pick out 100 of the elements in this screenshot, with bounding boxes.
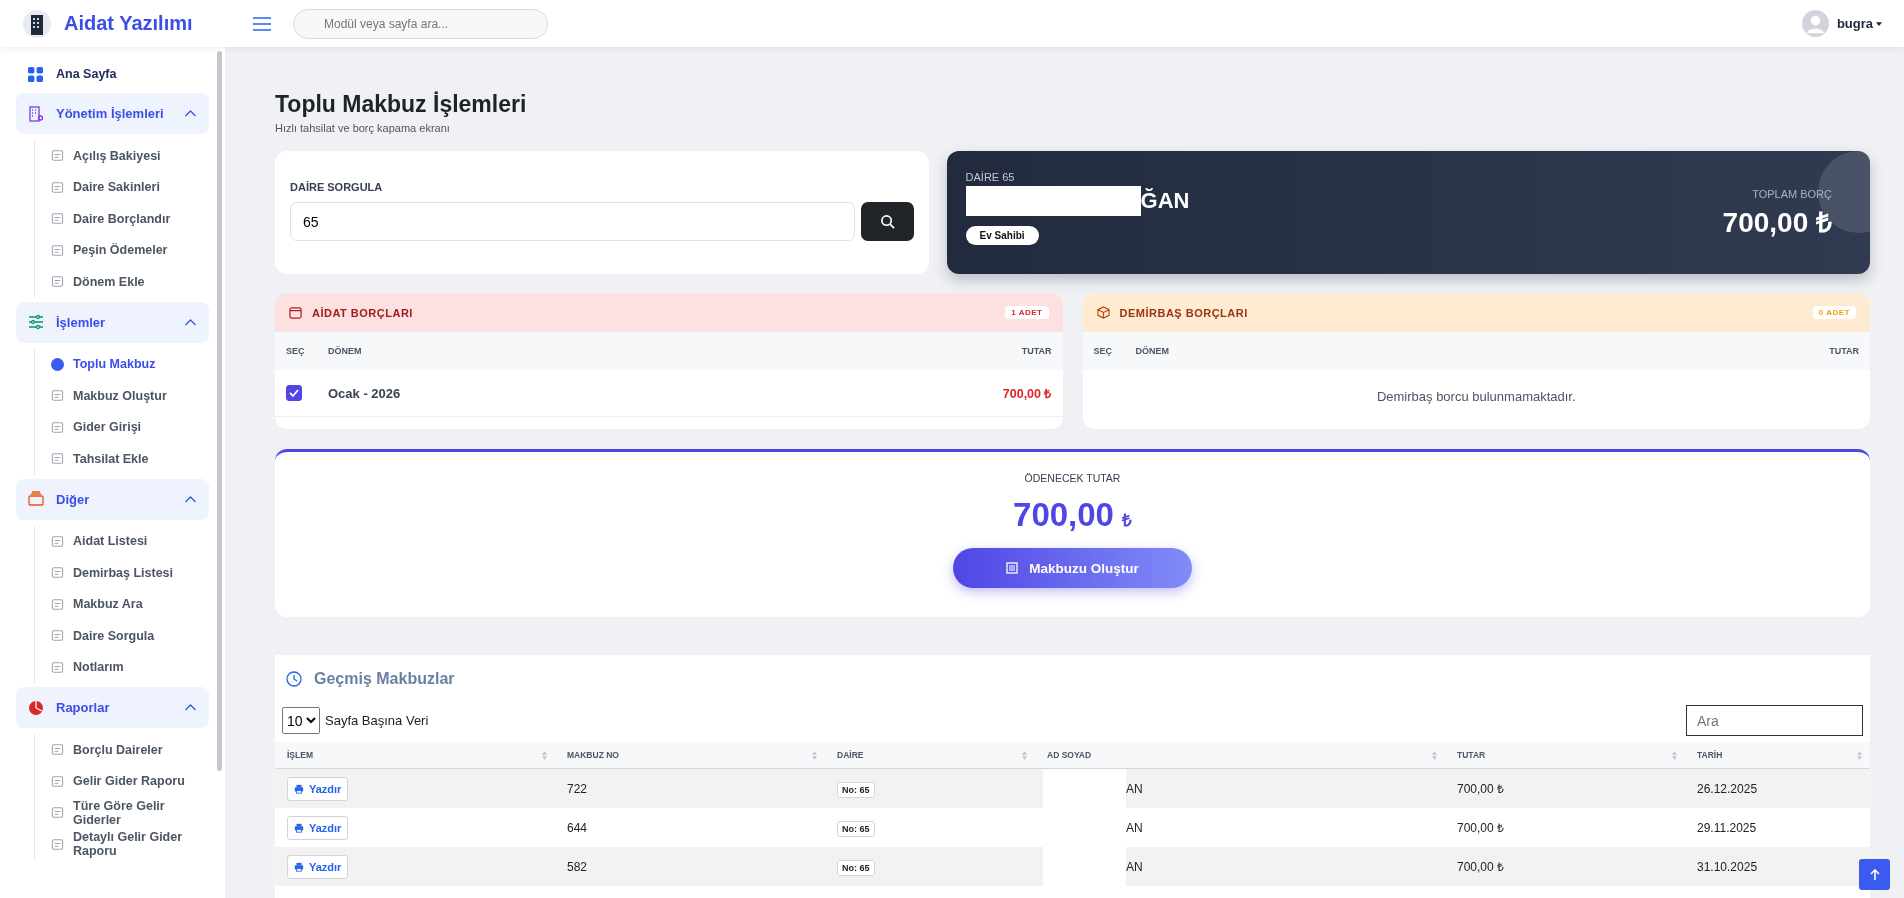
create-receipt-button[interactable]: Makbuzu Oluştur [953,548,1192,588]
amount-cell: 700,00 ₺ [1457,821,1505,835]
print-button[interactable]: Yazdır [287,776,349,801]
receipt-number: 644 [567,820,588,835]
sidebar-subitem[interactable]: Aidat Listesi [51,525,209,557]
column-header: TUTAR [1021,346,1052,356]
sort-icon[interactable] [1857,750,1862,760]
outline-icon [51,389,64,403]
field-label: DAİRE SORGULA [290,181,384,193]
sidebar-subitem[interactable]: Açılış Bakiyesi [51,140,209,172]
sidebar-subitem[interactable]: Peşin Ödemeler [51,234,209,266]
sidebar-subitem[interactable]: Borçlu Daireler [51,734,209,766]
sort-icon[interactable] [542,750,547,760]
sidebar-subitem[interactable]: Notlarım [51,651,209,683]
unit-tag: No: 65 [837,781,875,798]
sliders-icon [28,314,44,330]
box-icon [1096,306,1110,319]
search-icon [879,214,895,229]
column-header[interactable]: İŞLEM [287,750,313,760]
sidebar-subitem[interactable]: Dönem Ekle [51,266,209,298]
date-cell: 26.12.2025 [1697,781,1758,796]
column-header[interactable]: AD SOYAD [1047,750,1092,760]
outline-icon [51,243,64,257]
printer-icon [294,861,304,872]
sort-icon[interactable] [1672,750,1677,760]
column-header[interactable]: DAİRE [837,750,864,760]
pie-chart-icon [28,699,44,716]
outline-icon [51,275,64,289]
column-header: SEÇ [1093,346,1113,356]
sidebar-subitem[interactable]: Detaylı Gelir Gider Raporu [51,828,209,860]
sidebar-subitem[interactable]: Daire Sorgula [51,620,209,652]
sidebar-item[interactable]: Ana Sayfa [16,59,209,89]
user-menu[interactable]: bugra [1836,16,1873,31]
column-header[interactable]: TARİH [1697,750,1723,760]
brand-name[interactable]: Aidat Yazılımı [64,12,193,35]
sidebar-group[interactable]: Raporlar [16,687,209,728]
table-search-field[interactable]: Ara [1686,705,1863,736]
sidebar-group[interactable]: İşlemler [16,301,209,343]
column-header: SEÇ [286,346,306,356]
page-size-select[interactable]: 10 [282,707,320,734]
sidebar-group[interactable]: Diğer [16,478,209,520]
menu-icon[interactable] [253,16,271,31]
sidebar-subitem[interactable]: Gider Girişi [51,411,209,443]
checkbox[interactable] [286,385,302,401]
building-icon [28,105,44,122]
search-field[interactable]: Modül veya sayfa ara... [293,8,548,39]
arrow-up-icon [1869,868,1880,881]
sidebar-subitem[interactable]: Daire Sakinleri [51,171,209,203]
sidebar-subitem[interactable]: Demirbaş Listesi [51,557,209,589]
outline-icon [51,597,64,611]
total-label: TOPLAM BORÇ [1751,188,1832,200]
sidebar-subitem[interactable]: Gelir Gider Raporu [51,765,209,797]
currency-sign: ₺ [1121,511,1132,530]
print-button[interactable]: Yazdır [287,854,349,879]
payment-label: ÖDENECEK TUTAR [1023,472,1122,484]
outline-icon [51,743,64,757]
page-title: Toplu Makbuz İşlemleri [275,91,528,118]
sort-icon[interactable] [1022,750,1027,760]
receipt-icon [1006,562,1019,574]
column-header: DÖNEM [328,346,363,356]
chevron-icon [184,318,197,326]
chevron-icon [184,495,197,503]
role-badge: Ev Sahibi [965,226,1039,245]
tray-icon [28,491,44,507]
sidebar-subitem[interactable]: Makbuz Ara [51,588,209,620]
outline-icon [51,420,64,434]
print-button[interactable]: Yazdır [287,815,349,840]
empty-message: Demirbaş borcu bulunmamaktadır. [1375,388,1577,404]
total-amount: 700,00 ₺ [1722,206,1832,240]
amount-cell-text: 700,00 ₺ [1002,385,1052,402]
scroll-top-button[interactable] [1859,859,1890,890]
amount-cell: 700,00 ₺ [1457,782,1505,796]
caret-icon[interactable] [1876,21,1882,26]
outline-icon [51,534,64,548]
column-header: TUTAR [1829,346,1859,356]
sidebar-subitem[interactable]: Tahsilat Ekle [51,443,209,475]
sidebar-subitem[interactable]: Daire Borçlandır [51,203,209,235]
sidebar-group[interactable]: Yönetim İşlemleri [16,93,209,134]
amount-cell: 700,00 ₺ [1457,860,1505,874]
section-title: DEMİRBAŞ BORÇLARI [1119,306,1249,319]
outline-icon [51,629,64,643]
sidebar-subitem[interactable]: Türe Göre Gelir Giderler [51,797,209,829]
unit-tag: No: 65 [837,820,875,837]
receipt-number: 722 [567,781,588,796]
calendar-icon [289,306,302,319]
clock-icon [286,671,302,687]
sidebar-subitem[interactable]: Makbuz Oluştur [51,380,209,412]
resident-name: ĞAN [1140,188,1190,214]
outline-icon [51,774,64,788]
avatar-icon[interactable] [1801,10,1829,37]
unit-input[interactable]: 65 [290,202,855,241]
search-button[interactable] [860,202,914,241]
column-header[interactable]: TUTAR [1457,750,1486,760]
sort-icon[interactable] [812,750,817,760]
sort-icon[interactable] [1432,750,1437,760]
chevron-icon [184,110,197,117]
name-cell: AN [1126,781,1143,796]
column-header[interactable]: MAKBUZ NO [567,750,619,760]
sidebar-subitem[interactable]: Toplu Makbuz [51,348,209,380]
outline-icon [51,806,64,820]
